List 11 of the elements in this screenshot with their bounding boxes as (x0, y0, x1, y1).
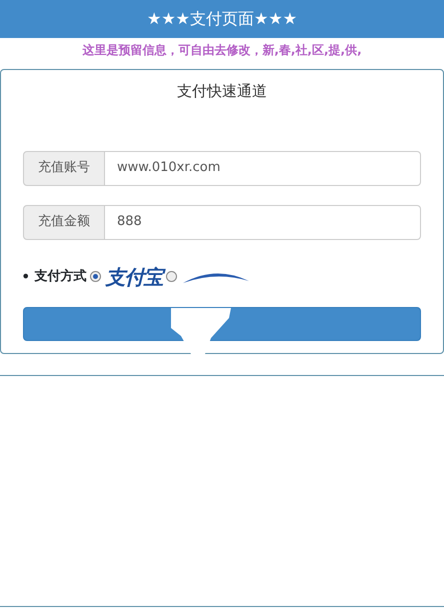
payment-label: 支付方式 (34, 268, 86, 286)
field-label: 充值金额 (23, 204, 105, 240)
radio-button[interactable] (166, 271, 178, 282)
page-title: ★★★支付页面★★★ (146, 8, 298, 30)
bullet-icon: • (21, 264, 30, 288)
form-title: 支付快速通道 (176, 81, 268, 102)
radio-button[interactable] (90, 271, 102, 282)
field-label: 充值账号 (23, 150, 105, 186)
input-field[interactable]: www.010xr.com (105, 150, 421, 186)
input-field[interactable]: 888 (105, 204, 421, 240)
notice-text: 这里是预留信息，可自由去修改，新,春,社,区,提,供, (81, 42, 363, 59)
